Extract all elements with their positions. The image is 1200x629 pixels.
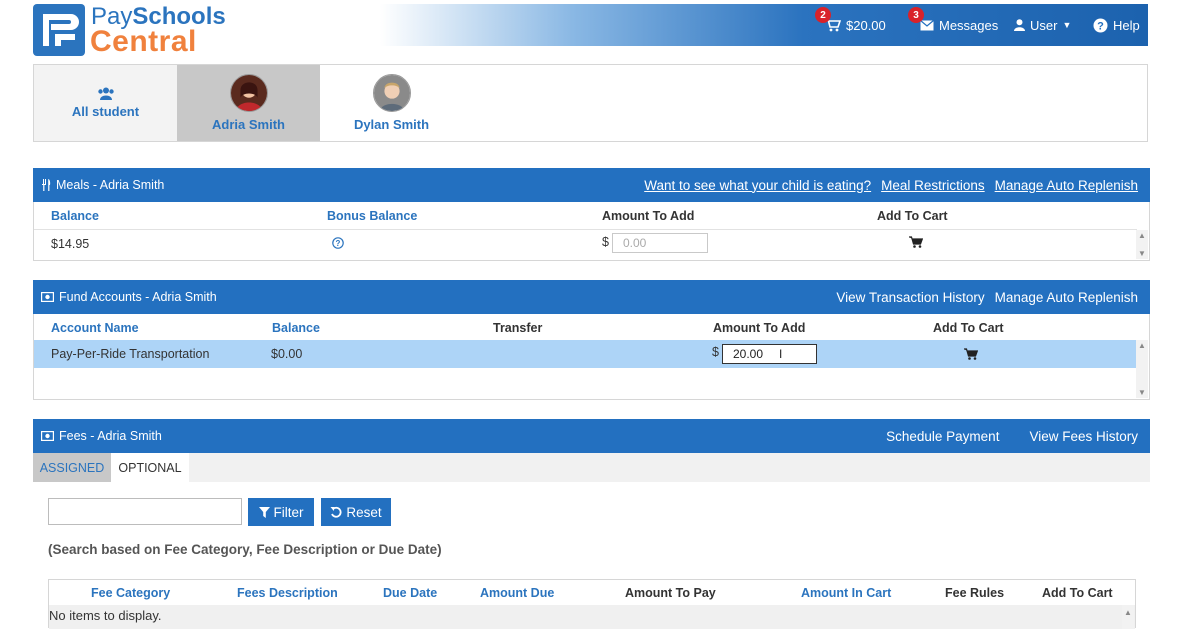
help-label: Help	[1113, 17, 1140, 33]
student-tab-adria[interactable]: Adria Smith	[177, 65, 320, 141]
svg-text:?: ?	[336, 239, 341, 248]
col-bonus-balance: Bonus Balance	[327, 209, 418, 223]
table-row: No items to display.	[49, 605, 1135, 629]
meals-scrollbar[interactable]: ▲ ▼	[1136, 230, 1148, 259]
fund-amount-value: 20.00	[733, 347, 764, 361]
fund-balance-value: $0.00	[271, 347, 303, 361]
user-menu[interactable]: User ▼	[1014, 4, 1071, 46]
fees-scrollbar[interactable]: ▲	[1122, 605, 1134, 629]
svg-text:?: ?	[1097, 20, 1104, 32]
student-tab-all-label: All student	[71, 104, 140, 119]
avatar	[229, 74, 268, 112]
meals-table: Balance Bonus Balance Amount To Add Add …	[33, 202, 1150, 261]
reset-button[interactable]: Reset	[321, 498, 391, 526]
tab-optional[interactable]: OPTIONAL	[111, 453, 189, 482]
currency-symbol: $	[602, 235, 609, 249]
add-to-cart-icon[interactable]	[909, 236, 923, 248]
utensils-icon	[42, 179, 51, 191]
funds-scrollbar[interactable]: ▲ ▼	[1136, 340, 1148, 398]
brand-logo[interactable]: PaySchools Central	[33, 4, 233, 58]
users-group-icon	[97, 87, 114, 100]
messages-count-badge: 3	[908, 7, 924, 23]
what-child-eating-link[interactable]: Want to see what your child is eating?	[644, 178, 871, 193]
funds-table: Account Name Balance Transfer Amount To …	[33, 314, 1150, 400]
filter-button-label: Filter	[273, 504, 304, 520]
meals-panel-header: Meals - Adria Smith Want to see what you…	[33, 168, 1150, 202]
col-due-date[interactable]: Due Date	[383, 586, 437, 600]
user-icon	[1014, 19, 1025, 31]
cart-amount: $20.00	[846, 17, 886, 33]
filter-icon	[258, 506, 270, 518]
funds-panel-header: Fund Accounts - Adria Smith View Transac…	[33, 280, 1150, 314]
undo-icon	[330, 506, 342, 518]
text-cursor-icon: I	[779, 347, 783, 361]
user-label: User	[1030, 17, 1058, 33]
brand-wordmark-bottom: Central	[90, 25, 197, 58]
meals-balance-value: $14.95	[51, 237, 90, 251]
col-add-to-cart: Add To Cart	[933, 321, 1004, 335]
col-balance: Balance	[51, 209, 99, 223]
money-icon	[41, 292, 54, 302]
col-balance: Balance	[272, 321, 320, 335]
empty-table-message: No items to display.	[49, 608, 162, 623]
logo-mark-icon	[33, 4, 85, 56]
col-amount-to-add: Amount To Add	[713, 321, 806, 335]
col-account-name: Account Name	[51, 321, 139, 335]
help-icon: ?	[1093, 18, 1108, 32]
fund-account-name: Pay-Per-Ride Transportation	[51, 347, 210, 361]
cart-button[interactable]: 2 $20.00	[815, 4, 886, 46]
info-question-icon[interactable]: ?	[332, 237, 344, 249]
currency-symbol: $	[712, 345, 719, 359]
schedule-payment-link[interactable]: Schedule Payment	[886, 429, 999, 444]
col-fees-description[interactable]: Fees Description	[237, 586, 338, 600]
meal-restrictions-link[interactable]: Meal Restrictions	[881, 178, 985, 193]
divider	[34, 229, 1137, 230]
meals-amount-input[interactable]: 0.00	[612, 233, 708, 253]
fees-tab-strip: ASSIGNED OPTIONAL	[33, 453, 1150, 482]
envelope-icon	[920, 19, 934, 30]
fees-search-input[interactable]	[48, 498, 242, 525]
table-row[interactable]: Pay-Per-Ride Transportation $0.00 $ 20.0…	[34, 340, 1137, 368]
search-hint: (Search based on Fee Category, Fee Descr…	[48, 542, 442, 557]
view-transaction-history-link[interactable]: View Transaction History	[836, 290, 984, 305]
money-icon	[41, 431, 54, 441]
messages-button[interactable]: 3 Messages	[908, 4, 999, 46]
col-amount-to-add: Amount To Add	[602, 209, 695, 223]
tab-assigned[interactable]: ASSIGNED	[33, 453, 111, 482]
fees-table: Fee Category Fees Description Due Date A…	[48, 579, 1136, 629]
col-add-to-cart: Add To Cart	[877, 209, 948, 223]
col-amount-in-cart[interactable]: Amount In Cart	[801, 586, 891, 600]
student-tab-all[interactable]: All student	[34, 65, 177, 141]
meals-panel-title: Meals - Adria Smith	[56, 178, 165, 192]
fund-amount-input[interactable]: 20.00 I	[722, 344, 817, 364]
messages-label: Messages	[939, 17, 999, 33]
view-fees-history-link[interactable]: View Fees History	[1029, 429, 1138, 444]
avatar	[372, 74, 411, 112]
help-link[interactable]: ? Help	[1093, 4, 1140, 46]
funds-auto-replenish-link[interactable]: Manage Auto Replenish	[995, 290, 1138, 305]
col-fee-category[interactable]: Fee Category	[91, 586, 170, 600]
funds-panel-title: Fund Accounts - Adria Smith	[59, 290, 217, 304]
student-tab-dylan[interactable]: Dylan Smith	[320, 65, 463, 141]
student-name: Dylan Smith	[353, 117, 430, 132]
col-transfer: Transfer	[493, 321, 543, 335]
col-fee-rules: Fee Rules	[945, 586, 1005, 600]
fees-panel-header: Fees - Adria Smith Schedule Payment View…	[33, 419, 1150, 453]
student-selector: All student Adria Smith Dylan Smith	[33, 64, 1148, 142]
top-nav-bar: 2 $20.00 3 Messages User ▼ ? Help	[380, 4, 1148, 46]
student-name: Adria Smith	[212, 117, 285, 132]
add-to-cart-icon[interactable]	[964, 348, 978, 360]
cart-count-badge: 2	[815, 7, 831, 23]
col-amount-to-pay: Amount To Pay	[625, 586, 716, 600]
col-amount-due[interactable]: Amount Due	[480, 586, 554, 600]
fees-panel-title: Fees - Adria Smith	[59, 429, 162, 443]
filter-button[interactable]: Filter	[248, 498, 314, 526]
meals-auto-replenish-link[interactable]: Manage Auto Replenish	[995, 178, 1138, 193]
chevron-down-icon: ▼	[1062, 20, 1072, 30]
col-add-to-cart: Add To Cart	[1042, 586, 1113, 600]
reset-button-label: Reset	[346, 504, 382, 520]
